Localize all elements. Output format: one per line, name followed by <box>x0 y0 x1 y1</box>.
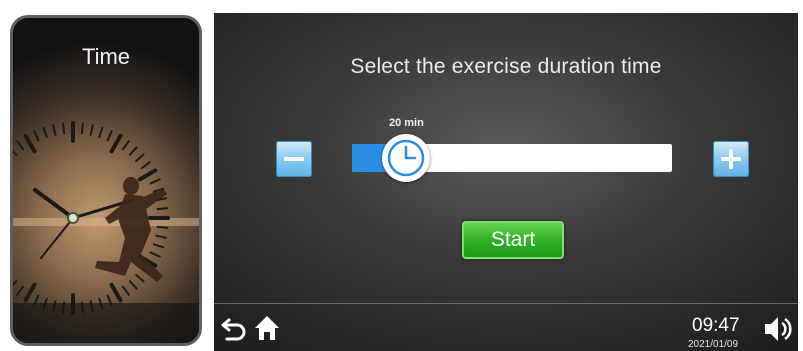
clock-tick <box>149 251 161 258</box>
volume-icon[interactable] <box>762 312 792 346</box>
clock-date: 2021/01/09 <box>688 339 739 350</box>
clock-tick <box>23 133 37 154</box>
plus-icon-vertical <box>729 149 733 169</box>
increase-button[interactable] <box>713 141 749 177</box>
clock-tick <box>52 124 57 136</box>
clock-tick <box>80 122 84 135</box>
clock-tick <box>62 122 66 135</box>
clock-tick <box>13 149 18 156</box>
clock-tick <box>128 146 138 156</box>
clock-time: 09:47 <box>692 315 740 336</box>
back-icon[interactable] <box>220 313 250 343</box>
clock-tick <box>33 130 40 142</box>
duration-slider-thumb[interactable] <box>382 134 431 182</box>
home-icon[interactable] <box>252 313 282 343</box>
clock-tick <box>121 140 130 151</box>
clock-tick <box>109 282 123 303</box>
clock-tick <box>23 282 37 303</box>
duration-panel: Select the exercise duration time 20 min… <box>214 13 798 351</box>
clock-tick <box>106 130 113 142</box>
decrease-button[interactable] <box>276 141 312 177</box>
clock-tick <box>156 225 169 229</box>
duration-value-label: 20 min <box>388 117 424 129</box>
clock-tick <box>128 280 138 290</box>
clock-tick <box>89 124 94 136</box>
clock-tick <box>140 161 151 170</box>
clock-tick <box>152 243 165 249</box>
duration-prompt: Select the exercise duration time <box>350 55 662 78</box>
time-mode-card[interactable]: Time <box>10 15 202 346</box>
clock-tick <box>137 168 158 182</box>
clock-icon <box>388 139 425 177</box>
clock-tick <box>16 140 25 151</box>
clock-tick <box>135 273 145 283</box>
clock-tick <box>13 280 18 287</box>
card-title: Time <box>81 44 131 69</box>
clock-tick <box>135 153 145 163</box>
minus-icon <box>284 157 304 161</box>
clock-tick <box>42 126 48 139</box>
clock-tick <box>121 285 130 296</box>
clock-tick <box>16 285 25 296</box>
clock-tick <box>149 178 161 185</box>
clock-tick <box>155 234 167 239</box>
start-button[interactable]: Start <box>462 221 564 259</box>
clock-tick <box>156 207 169 211</box>
clock-tick <box>109 133 123 154</box>
bottom-divider <box>214 303 798 304</box>
clock-tick <box>98 126 104 139</box>
